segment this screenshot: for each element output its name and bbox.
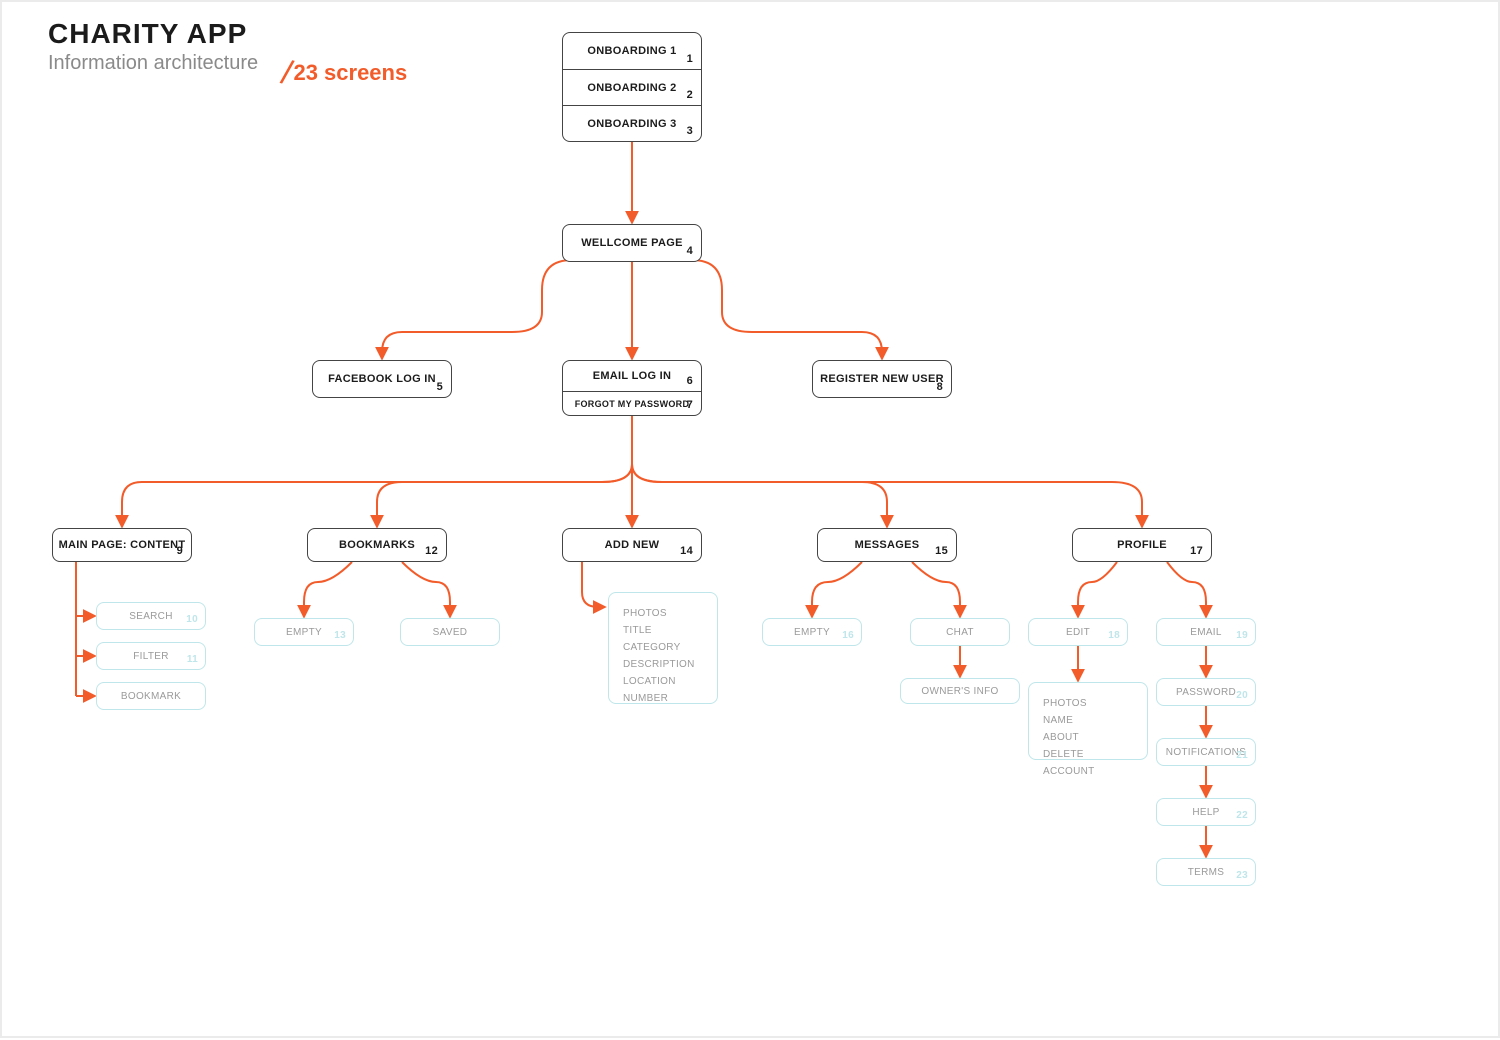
node-bookmarks: BOOKMARKS12 [307, 528, 447, 562]
node-messages: MESSAGES15 [817, 528, 957, 562]
page-subtitle: Information architecture [48, 52, 258, 75]
sub-owners-info: OWNER'S INFO [900, 678, 1020, 704]
connectors [2, 2, 1500, 1040]
screen-count-text: 23 screens [293, 60, 407, 85]
diagram-canvas: CHARITY APP Information architecture /23… [0, 0, 1500, 1038]
sub-bookmarks-saved: SAVED [400, 618, 500, 646]
sub-messages-empty: EMPTY16 [762, 618, 862, 646]
node-profile: PROFILE17 [1072, 528, 1212, 562]
sub-profile-password: PASSWORD20 [1156, 678, 1256, 706]
sub-edit-fields: PHOTOS NAME ABOUT DELETE ACCOUNT [1028, 682, 1148, 760]
sub-search: SEARCH10 [96, 602, 206, 630]
sub-filter: FILTER11 [96, 642, 206, 670]
node-main-page: MAIN PAGE: CONTENT9 [52, 528, 192, 562]
node-register-user: REGISTER NEW USER8 [812, 360, 952, 398]
sub-profile-email: EMAIL19 [1156, 618, 1256, 646]
add-new-fields-list: PHOTOS TITLE CATEGORY DESCRIPTION LOCATI… [623, 605, 695, 707]
sub-bookmark: BOOKMARK [96, 682, 206, 710]
sub-profile-help: HELP22 [1156, 798, 1256, 826]
sub-add-new-fields: PHOTOS TITLE CATEGORY DESCRIPTION LOCATI… [608, 592, 718, 704]
sub-profile-notifications: NOTIFICATIONS21 [1156, 738, 1256, 766]
node-email-login: EMAIL LOG IN6 [562, 360, 702, 392]
node-forgot-password: FORGOT MY PASSWORD7 [562, 392, 702, 416]
sub-messages-chat: CHAT [910, 618, 1010, 646]
node-facebook-login: FACEBOOK LOG IN5 [312, 360, 452, 398]
node-onboarding-2: ONBOARDING 22 [562, 70, 702, 106]
node-onboarding-3: ONBOARDING 33 [562, 106, 702, 142]
node-add-new: ADD NEW14 [562, 528, 702, 562]
node-welcome: WELLCOME PAGE4 [562, 224, 702, 262]
node-onboarding-1: ONBOARDING 11 [562, 32, 702, 70]
header: CHARITY APP Information architecture [48, 18, 258, 75]
sub-profile-edit: EDIT18 [1028, 618, 1128, 646]
edit-fields-list: PHOTOS NAME ABOUT DELETE ACCOUNT [1043, 695, 1133, 780]
sub-bookmarks-empty: EMPTY13 [254, 618, 354, 646]
page-title: CHARITY APP [48, 18, 258, 50]
screen-count: /23 screens [282, 50, 407, 89]
sub-profile-terms: TERMS23 [1156, 858, 1256, 886]
